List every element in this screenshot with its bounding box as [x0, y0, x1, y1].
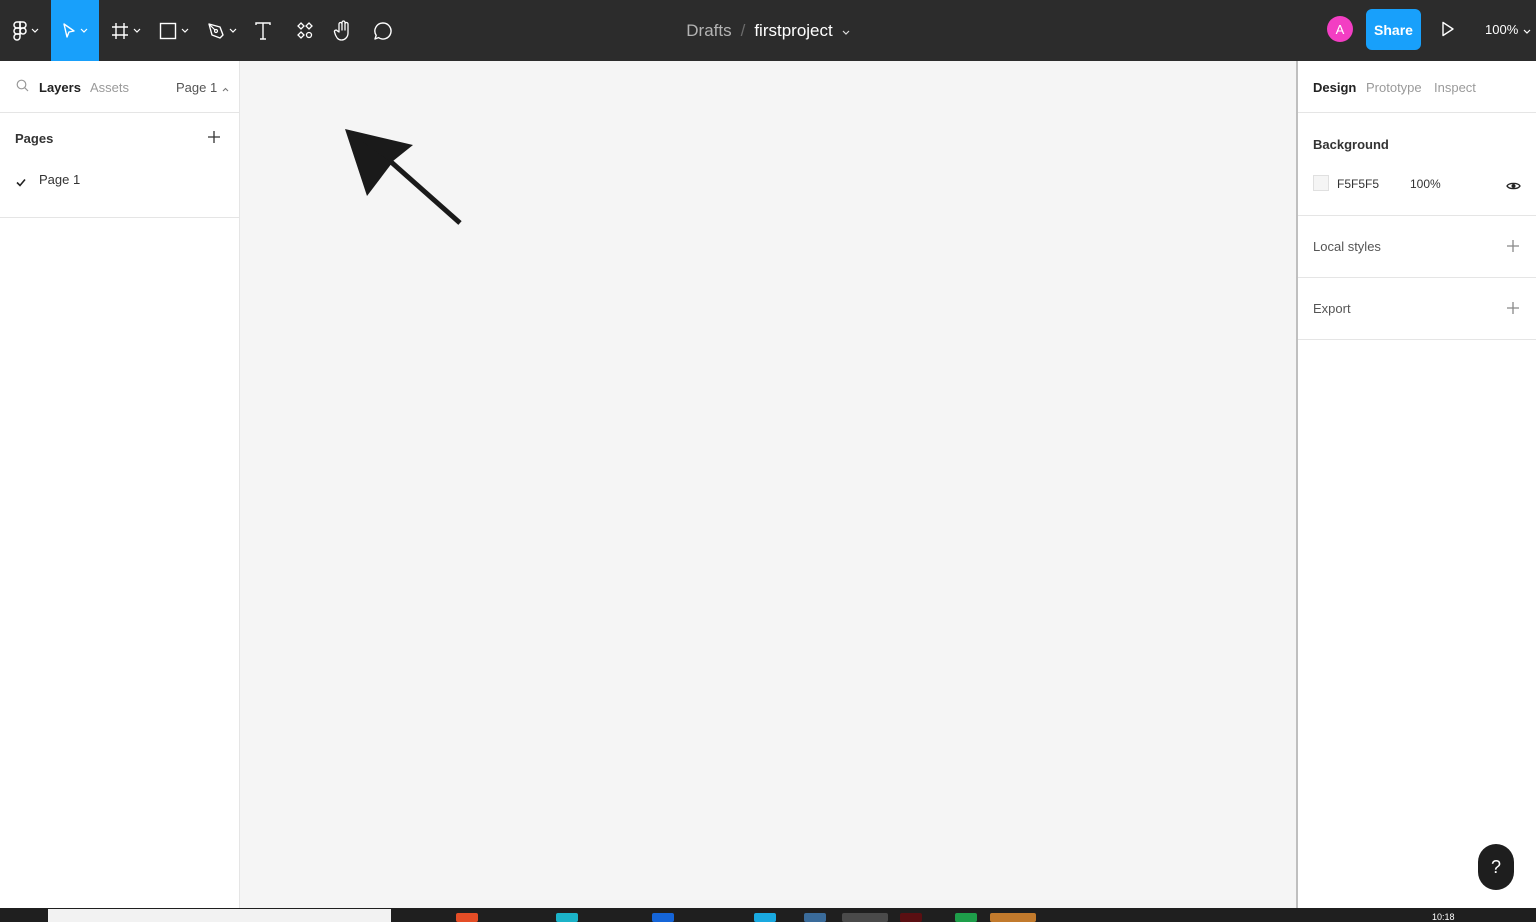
background-opacity-input[interactable]: 100% [1410, 177, 1441, 191]
checkmark-icon [16, 174, 26, 192]
left-panel: Layers Assets Page 1 Pages Page 1 [0, 61, 240, 908]
pages-section: Pages Page 1 [0, 113, 239, 218]
local-styles-label: Local styles [1313, 239, 1381, 254]
chevron-down-icon [1518, 22, 1531, 37]
chevron-down-icon [133, 28, 141, 33]
pen-tool-button[interactable] [202, 0, 242, 61]
tab-design[interactable]: Design [1313, 80, 1356, 95]
text-tool-button[interactable] [248, 0, 278, 61]
frame-tool-button[interactable] [106, 0, 146, 61]
hand-icon [333, 19, 353, 42]
comment-icon [373, 21, 393, 41]
background-section: Background F5F5F5 100% [1298, 113, 1536, 216]
app-icon[interactable] [652, 913, 674, 922]
export-label: Export [1313, 301, 1351, 316]
page-selector[interactable]: Page 1 [176, 80, 229, 95]
right-panel-tabs: Design Prototype Inspect [1298, 61, 1536, 113]
search-icon[interactable] [16, 79, 29, 97]
app-icon[interactable] [754, 913, 776, 922]
pages-title: Pages [15, 131, 54, 146]
tab-inspect[interactable]: Inspect [1434, 80, 1476, 95]
tab-prototype[interactable]: Prototype [1366, 80, 1422, 95]
page-item-label: Page 1 [39, 172, 81, 187]
app-icon[interactable] [900, 913, 922, 922]
zoom-dropdown[interactable]: 100% [1485, 22, 1531, 37]
shape-tool-button[interactable] [154, 0, 194, 61]
chevron-down-icon [181, 28, 189, 33]
figma-logo-icon [12, 20, 27, 41]
canvas[interactable] [240, 61, 1296, 908]
chevron-up-icon [217, 80, 229, 95]
chevron-down-icon [229, 28, 237, 33]
page-selector-label: Page 1 [176, 80, 218, 95]
app-icon[interactable] [990, 913, 1036, 922]
main-menu-button[interactable] [0, 0, 51, 61]
background-title: Background [1313, 137, 1389, 152]
frame-icon [111, 22, 129, 40]
text-icon [255, 21, 271, 40]
local-styles-section: Local styles [1298, 216, 1536, 278]
os-taskbar: 10:18 [0, 908, 1536, 922]
tab-layers[interactable]: Layers [39, 80, 81, 95]
hand-tool-button[interactable] [328, 0, 358, 61]
background-color-swatch[interactable] [1313, 175, 1329, 191]
share-button[interactable]: Share [1366, 9, 1421, 50]
left-panel-tabs: Layers Assets Page 1 [0, 61, 239, 113]
background-hex-input[interactable]: F5F5F5 [1337, 177, 1379, 191]
components-icon [296, 21, 314, 40]
chevron-down-icon[interactable] [842, 22, 850, 40]
zoom-label: 100% [1485, 22, 1519, 37]
app-icon[interactable] [955, 913, 977, 922]
page-item[interactable]: Page 1 [0, 165, 239, 193]
project-name[interactable]: firstproject [754, 21, 832, 41]
avatar[interactable]: A [1327, 16, 1353, 42]
taskbar-clock: 10:18 [1432, 912, 1455, 922]
add-style-icon[interactable] [1506, 239, 1520, 258]
add-export-icon[interactable] [1506, 301, 1520, 320]
right-panel: Design Prototype Inspect Background F5F5… [1296, 61, 1536, 908]
pen-icon [207, 22, 225, 40]
chevron-down-icon [31, 28, 39, 33]
app-icon[interactable] [456, 913, 478, 922]
app-icon[interactable] [842, 913, 888, 922]
export-section: Export [1298, 278, 1536, 340]
move-tool-button[interactable] [51, 0, 99, 61]
eye-icon[interactable] [1506, 178, 1521, 196]
app-icon[interactable] [804, 913, 826, 922]
chevron-down-icon [80, 28, 88, 33]
arrow-annotation-icon [340, 123, 470, 233]
cursor-icon [62, 22, 76, 39]
breadcrumb-drafts[interactable]: Drafts [686, 21, 731, 41]
breadcrumb-separator: / [740, 20, 746, 40]
rectangle-icon [159, 22, 177, 40]
add-page-icon[interactable] [206, 129, 222, 150]
tab-assets[interactable]: Assets [90, 80, 129, 95]
play-icon[interactable] [1441, 21, 1455, 42]
toolbar: Drafts / firstproject A Share 100% [0, 0, 1536, 61]
taskbar-search-box[interactable] [48, 909, 391, 922]
help-button[interactable]: ? [1478, 844, 1514, 890]
app-icon[interactable] [556, 913, 578, 922]
comment-tool-button[interactable] [368, 0, 398, 61]
resources-tool-button[interactable] [290, 0, 320, 61]
